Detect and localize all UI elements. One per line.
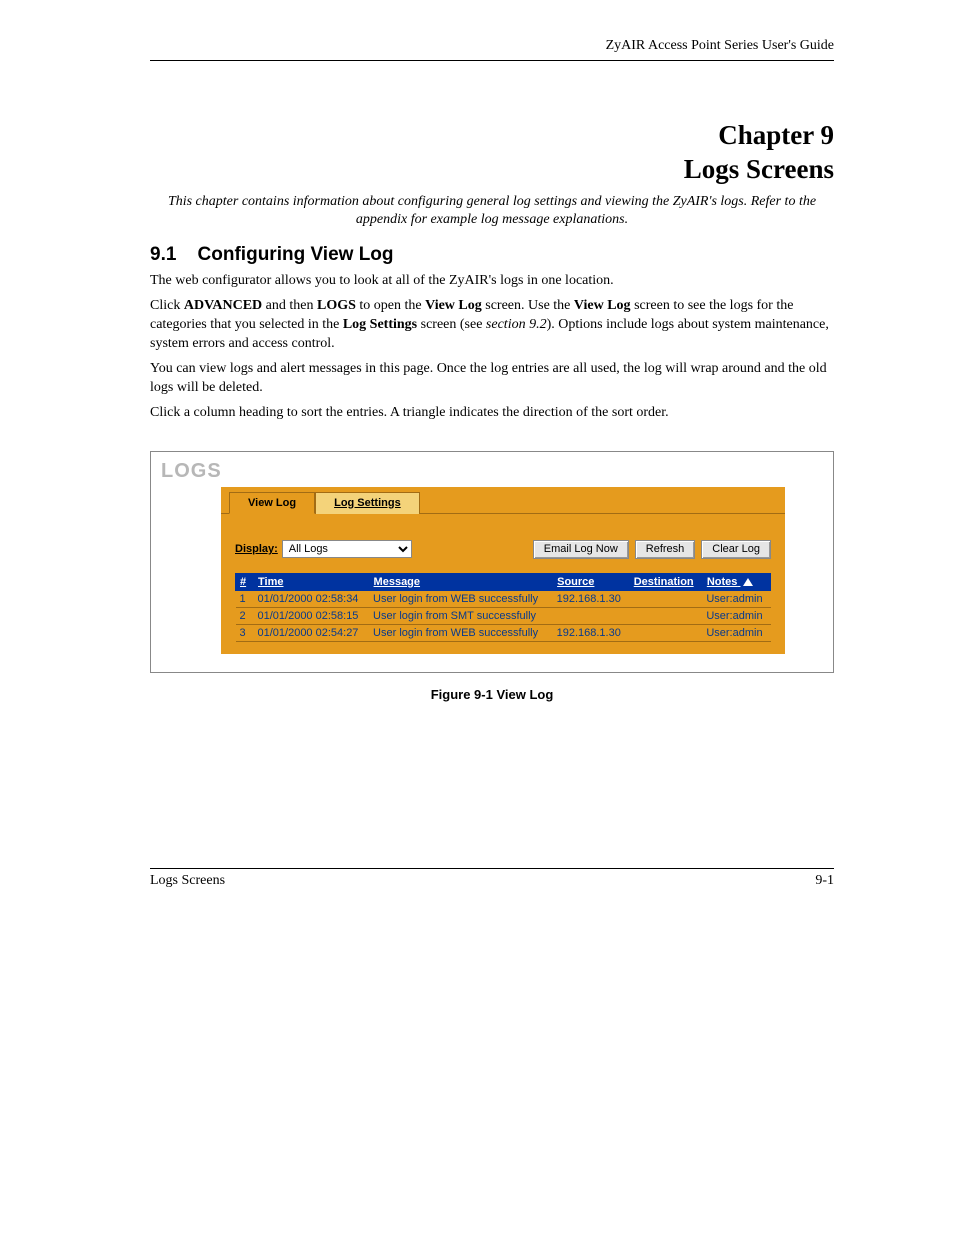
cell-source: 192.168.1.30 [553, 624, 630, 641]
cell-message: User login from SMT successfully [369, 607, 553, 624]
section-number: 9.1 [150, 244, 176, 265]
cell-notes: User:admin [702, 590, 770, 607]
cell-source [553, 607, 630, 624]
table-row: 301/01/2000 02:54:27User login from WEB … [236, 624, 771, 641]
para-1: The web configurator allows you to look … [150, 272, 834, 291]
chapter-intro: This chapter contains information about … [150, 193, 834, 231]
col-notes[interactable]: Notes [702, 573, 770, 590]
cell-destination [629, 590, 702, 607]
log-table: # Time Message Source Destination Notes [235, 573, 771, 642]
logs-heading: LOGS [151, 452, 833, 487]
chapter-number: Chapter 9 [718, 120, 834, 150]
display-label: Display: [235, 543, 278, 555]
display-select[interactable]: All Logs [282, 540, 412, 558]
section-heading: 9.1 Configuring View Log [150, 244, 834, 266]
cell-source: 192.168.1.30 [553, 590, 630, 607]
cell-time: 01/01/2000 02:54:27 [254, 624, 370, 641]
col-message[interactable]: Message [369, 573, 553, 590]
para-2: Click ADVANCED and then LOGS to open the… [150, 297, 834, 354]
cell-notes: User:admin [702, 607, 770, 624]
logs-panel: View Log Log Settings Display: All Logs … [221, 487, 785, 654]
chapter-name: Logs Screens [684, 154, 834, 184]
email-log-now-button[interactable]: Email Log Now [533, 540, 629, 559]
clear-log-button[interactable]: Clear Log [701, 540, 771, 559]
section-title: Configuring View Log [198, 244, 394, 265]
page-footer: Logs Screens 9-1 [150, 868, 834, 889]
cell-notes: User:admin [702, 624, 770, 641]
figure-caption: Figure 9-1 View Log [150, 687, 834, 702]
chapter-title: Chapter 9 Logs Screens [150, 119, 834, 187]
cell-num: 2 [236, 607, 254, 624]
cell-num: 3 [236, 624, 254, 641]
cell-message: User login from WEB successfully [369, 624, 553, 641]
cell-destination [629, 624, 702, 641]
running-header: ZyAIR Access Point Series User's Guide [150, 38, 834, 61]
tab-log-settings[interactable]: Log Settings [315, 492, 420, 514]
footer-left: Logs Screens [150, 873, 225, 889]
cell-destination [629, 607, 702, 624]
table-row: 101/01/2000 02:58:34User login from WEB … [236, 590, 771, 607]
sort-ascending-icon [743, 578, 753, 586]
tab-view-log[interactable]: View Log [229, 492, 315, 514]
col-time[interactable]: Time [254, 573, 370, 590]
footer-right: 9-1 [815, 873, 834, 889]
screenshot-viewlog: LOGS View Log Log Settings Display: All … [150, 451, 834, 673]
cell-message: User login from WEB successfully [369, 590, 553, 607]
para-4: Click a column heading to sort the entri… [150, 404, 834, 423]
col-notes-label: Notes [707, 576, 738, 588]
col-destination[interactable]: Destination [629, 573, 702, 590]
table-row: 201/01/2000 02:58:15User login from SMT … [236, 607, 771, 624]
para-3: You can view logs and alert messages in … [150, 360, 834, 398]
refresh-button[interactable]: Refresh [635, 540, 696, 559]
col-num[interactable]: # [236, 573, 254, 590]
cell-time: 01/01/2000 02:58:34 [254, 590, 370, 607]
col-source[interactable]: Source [553, 573, 630, 590]
cell-time: 01/01/2000 02:58:15 [254, 607, 370, 624]
cell-num: 1 [236, 590, 254, 607]
